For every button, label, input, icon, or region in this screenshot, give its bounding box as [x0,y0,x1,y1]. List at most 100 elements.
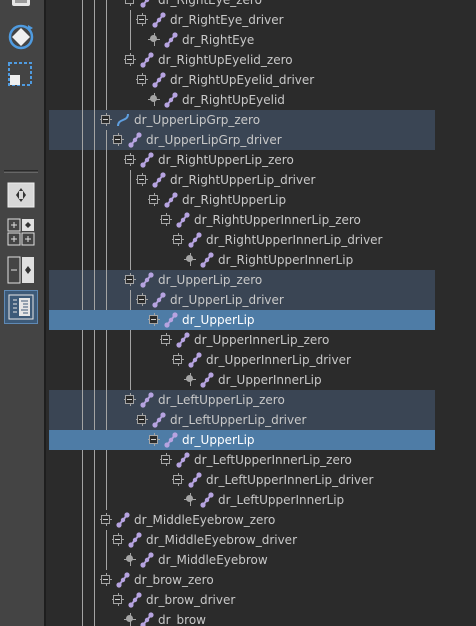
outliner-row[interactable]: dr_RightUpperLip [46,190,476,210]
outliner-row[interactable]: dr_RightUpEyelid_driver [46,70,476,90]
two-view-layout-icon[interactable] [6,255,36,285]
four-view-layout-icon[interactable] [6,217,36,247]
joint-node-icon [198,491,216,509]
toolbar-divider [4,170,38,171]
outliner-row[interactable]: dr_UpperLipGrp_zero [46,110,476,130]
collapse-toggle-icon[interactable] [124,53,136,66]
joint-node-icon [198,251,216,269]
node-label: dr_LeftUpperLip_zero [158,393,285,407]
node-label: dr_MiddleEyebrow_driver [146,533,298,547]
outliner-row[interactable]: dr_UpperLipGrp_driver [46,130,476,150]
collapse-toggle-icon[interactable] [100,513,112,526]
outliner-row[interactable]: dr_RightUpperInnerLip_driver [46,230,476,250]
collapse-toggle-icon[interactable] [172,233,184,246]
node-label: dr_UpperInnerLip_zero [194,333,330,347]
joint-node-icon [162,91,180,109]
collapse-toggle-icon[interactable] [112,133,124,146]
node-label: dr_UpperLip [182,313,255,327]
node-label: dr_RightUpperLip_driver [170,173,316,187]
collapse-toggle-icon[interactable] [160,453,172,466]
joint-node-icon [186,351,204,369]
joint-node-icon [186,231,204,249]
outliner-row[interactable]: dr_RightUpperLip_zero [46,150,476,170]
joint-node-icon [162,431,180,449]
joint-node-icon [114,571,132,589]
outliner-row[interactable]: dr_RightUpperInnerLip [46,250,476,270]
collapse-toggle-icon[interactable] [160,333,172,346]
outliner-row[interactable]: dr_brow_driver [46,590,476,610]
node-label: dr_brow_driver [146,593,236,607]
collapse-toggle-icon[interactable] [100,573,112,586]
collapse-toggle-icon[interactable] [136,293,148,306]
outliner-row[interactable]: dr_UpperLip [46,310,476,330]
collapse-toggle-icon[interactable] [136,173,148,186]
collapse-toggle-icon[interactable] [148,433,160,446]
node-label: dr_RightUpperInnerLip_zero [194,213,361,227]
collapse-toggle-icon[interactable] [160,213,172,226]
outliner-row[interactable]: dr_RightEye [46,30,476,50]
node-label: dr_RightUpperInnerLip_driver [206,233,383,247]
node-label: dr_UpperLipGrp_driver [146,133,282,147]
outliner-row[interactable]: dr_LeftUpperInnerLip [46,490,476,510]
outliner-row[interactable]: dr_brow_zero [46,570,476,590]
outliner-row[interactable]: dr_RightUpEyelid [46,90,476,110]
outliner-row[interactable]: dr_UpperInnerLip [46,370,476,390]
outliner-row[interactable]: dr_LeftUpperLip_driver [46,410,476,430]
scale-tool-icon[interactable] [6,60,36,90]
outliner-row[interactable]: dr_RightUpEyelid_zero [46,50,476,70]
joint-node-icon [162,311,180,329]
outliner-row[interactable]: dr_UpperInnerLip_zero [46,330,476,350]
joint-node-icon [162,31,180,49]
collapse-toggle-icon[interactable] [148,313,160,326]
outliner-row[interactable]: dr_UpperLip [46,430,476,450]
outliner-row[interactable]: dr_RightEye_zero [46,0,476,10]
joint-node-icon [174,451,192,469]
collapse-toggle-icon[interactable] [124,0,136,6]
rotate-tool-icon[interactable] [6,22,36,52]
tool-shelf [0,0,44,626]
leaf-node-icon [184,373,196,386]
collapse-toggle-icon[interactable] [124,153,136,166]
outliner-row[interactable]: dr_UpperInnerLip_driver [46,350,476,370]
outliner-row[interactable]: dr_LeftUpperLip_zero [46,390,476,410]
outliner-row[interactable]: dr_RightEye_driver [46,10,476,30]
move-tool-icon[interactable] [8,0,34,12]
collapse-toggle-icon[interactable] [124,393,136,406]
outliner-row[interactable]: dr_LeftUpperInnerLip_zero [46,450,476,470]
single-view-layout-icon[interactable] [6,182,36,208]
outliner-row[interactable]: dr_LeftUpperInnerLip_driver [46,470,476,490]
outliner-layout-icon[interactable] [4,290,38,324]
outliner-row[interactable]: dr_MiddleEyebrow [46,550,476,570]
outliner-row[interactable]: dr_RightUpperLip_driver [46,170,476,190]
collapse-toggle-icon[interactable] [112,593,124,606]
node-label: dr_LeftUpperInnerLip_zero [194,453,352,467]
outliner-row[interactable]: dr_brow [46,610,476,626]
collapse-toggle-icon[interactable] [100,113,112,126]
joint-node-icon [162,191,180,209]
collapse-toggle-icon[interactable] [172,353,184,366]
joint-node-icon [174,331,192,349]
collapse-toggle-icon[interactable] [136,413,148,426]
node-label: dr_RightUpperInnerLip [218,253,354,267]
outliner-row[interactable]: dr_UpperLip_driver [46,290,476,310]
joint-node-icon [138,0,156,9]
collapse-toggle-icon[interactable] [136,73,148,86]
joint-node-icon [198,371,216,389]
outliner-row[interactable]: dr_RightUpperInnerLip_zero [46,210,476,230]
leaf-node-icon [124,613,136,626]
outliner-row[interactable]: dr_UpperLip_zero [46,270,476,290]
joint-node-icon [126,531,144,549]
collapse-toggle-icon[interactable] [112,533,124,546]
collapse-toggle-icon[interactable] [148,193,160,206]
joint-node-icon [138,391,156,409]
node-label: dr_RightEye_driver [170,13,284,27]
collapse-toggle-icon[interactable] [136,13,148,26]
collapse-toggle-icon[interactable] [172,473,184,486]
joint-node-icon [150,291,168,309]
curve-node-icon [114,111,132,129]
outliner-row[interactable]: dr_MiddleEyebrow_zero [46,510,476,530]
collapse-toggle-icon[interactable] [124,273,136,286]
node-label: dr_UpperLip_zero [158,273,263,287]
outliner-row[interactable]: dr_MiddleEyebrow_driver [46,530,476,550]
node-label: dr_LeftUpperInnerLip_driver [206,473,374,487]
